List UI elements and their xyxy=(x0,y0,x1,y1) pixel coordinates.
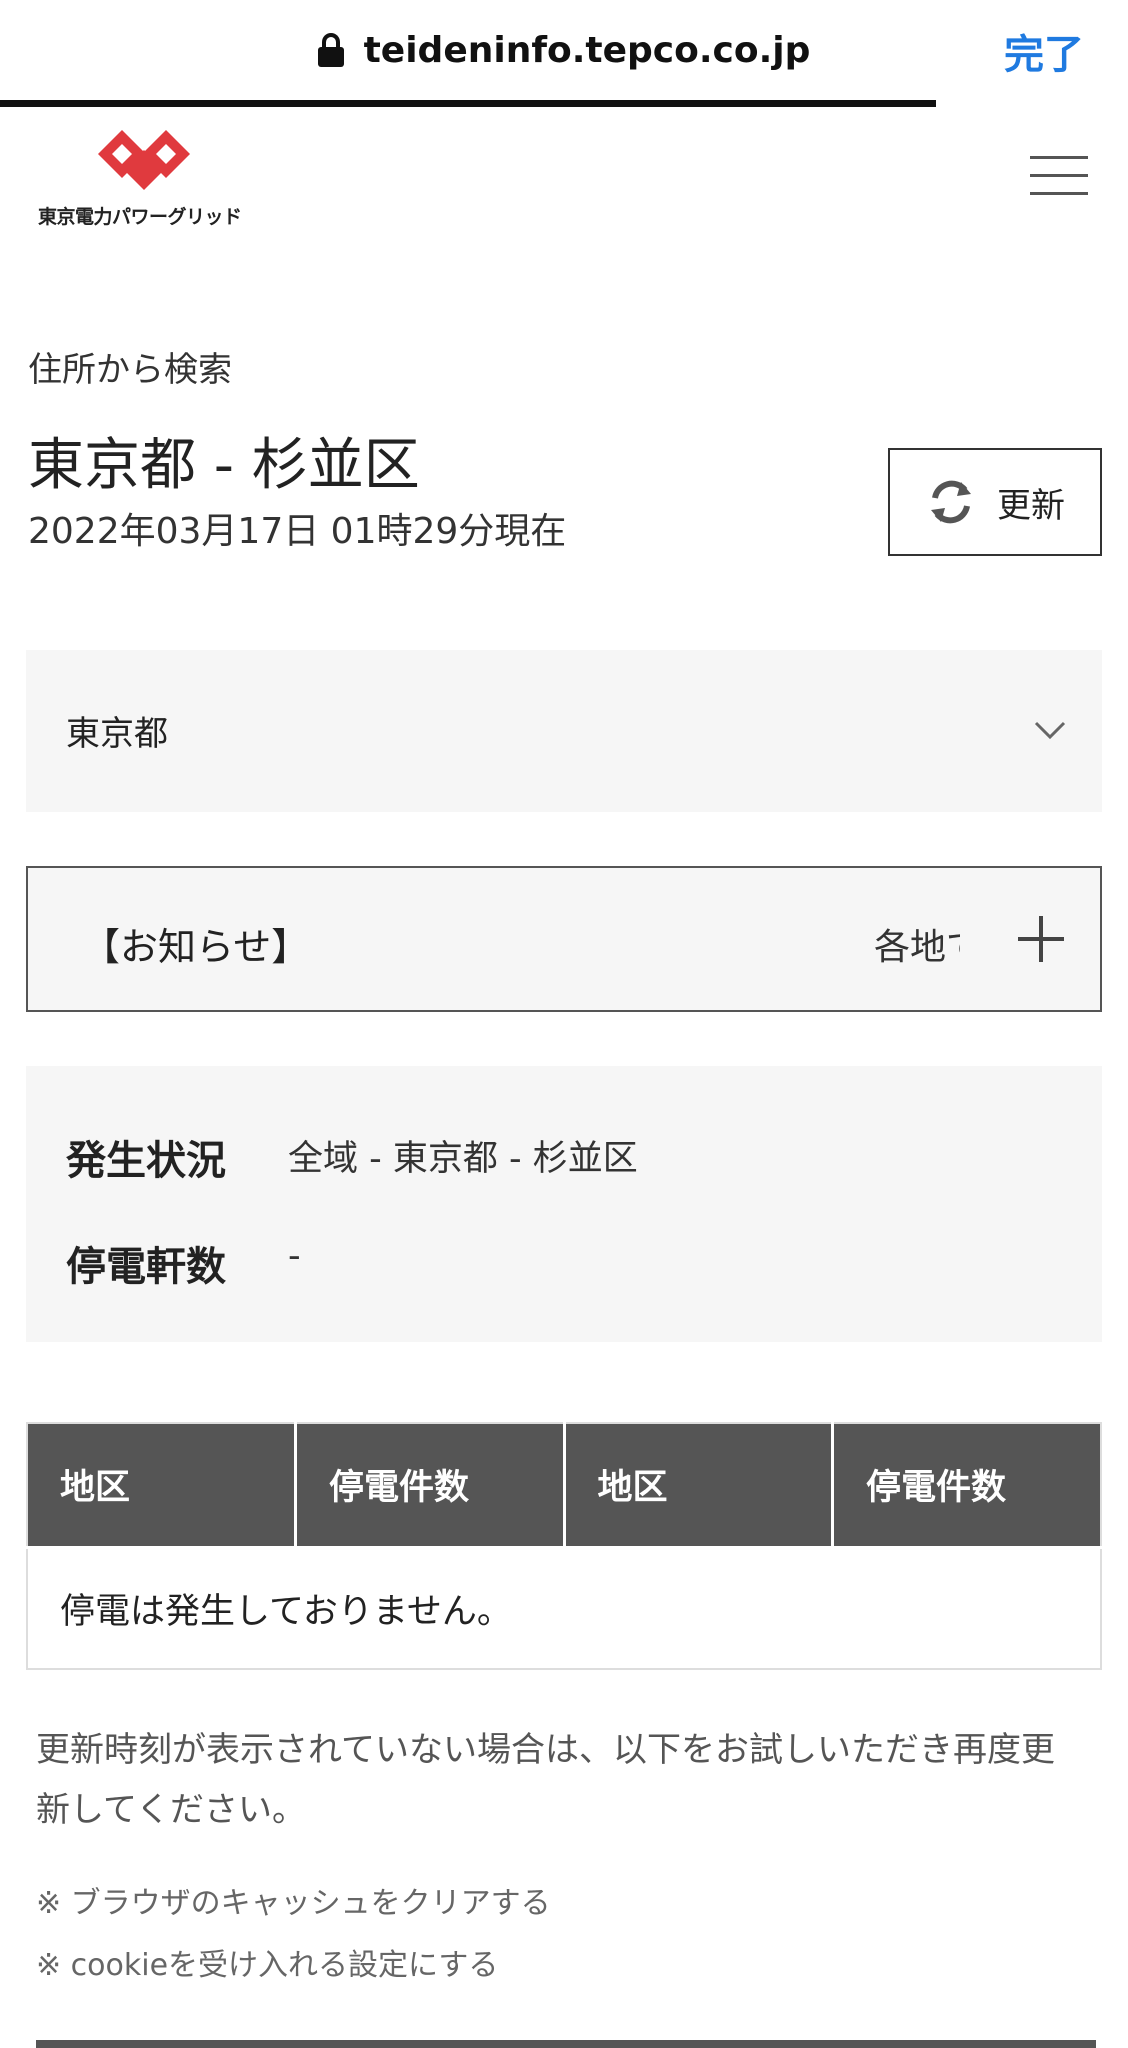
outage-status-panel: 発生状況 全域 - 東京都 - 杉並区 停電軒数 - xyxy=(26,1066,1102,1342)
page-title: 東京都 - 杉並区 xyxy=(28,433,420,498)
address-bar[interactable]: teideninfo.tepco.co.jp xyxy=(0,20,1128,80)
column-header-district: 地区 xyxy=(562,1422,834,1549)
updated-timestamp: 2022年03月17日 01時29分現在 xyxy=(28,511,567,552)
table-row: 停電は発生しておりません。 xyxy=(26,1546,1102,1670)
prefecture-select-value: 東京都 xyxy=(66,714,168,754)
outage-table: 地区 停電件数 地区 停電件数 停電は発生しておりません。 xyxy=(26,1422,1102,1670)
empty-message: 停電は発生しておりません。 xyxy=(26,1546,1102,1670)
refresh-label: 更新 xyxy=(997,485,1065,526)
outage-count-label: 停電軒数 xyxy=(66,1244,226,1290)
refresh-button[interactable]: 更新 xyxy=(888,448,1102,556)
occurrence-value: 全域 - 東京都 - 杉並区 xyxy=(288,1139,638,1179)
table-header-row: 地区 停電件数 地区 停電件数 xyxy=(26,1422,1102,1549)
plus-icon[interactable] xyxy=(1018,916,1064,962)
chevron-down-icon xyxy=(1034,721,1066,740)
footer-divider xyxy=(36,2040,1096,2048)
notice-preview: 各地で xyxy=(874,927,960,968)
hamburger-menu-icon[interactable] xyxy=(1030,156,1088,196)
url-display[interactable]: teideninfo.tepco.co.jp xyxy=(317,20,811,80)
outage-count-value: - xyxy=(288,1236,301,1276)
tip-clear-cache: ※ ブラウザのキャッシュをクリアする xyxy=(36,1886,551,1921)
tip-accept-cookies: ※ cookieを受け入れる設定にする xyxy=(36,1948,499,1983)
logo-text: 東京電力パワーグリッド xyxy=(38,206,242,228)
notice-heading: 【お知らせ】 xyxy=(82,925,310,969)
column-header-outage-count: 停電件数 xyxy=(831,1422,1102,1549)
browser-toolbar: teideninfo.tepco.co.jp 完了 xyxy=(0,0,1128,100)
occurrence-label: 発生状況 xyxy=(66,1138,226,1184)
lock-icon xyxy=(317,33,344,67)
column-header-district: 地区 xyxy=(26,1422,297,1549)
prefecture-select[interactable]: 東京都 xyxy=(26,650,1102,812)
tepco-logo[interactable]: 東京電力パワーグリッド xyxy=(38,126,248,228)
refresh-icon xyxy=(931,480,971,524)
help-note: 更新時刻が表示されていない場合は、以下をお試しいただき再度更新してください。 xyxy=(36,1730,1055,1830)
page-load-progress xyxy=(0,100,936,107)
search-mode-label: 住所から検索 xyxy=(28,350,232,390)
tepco-logo-mark-icon xyxy=(98,130,190,190)
notice-accordion[interactable]: 【お知らせ】 各地で xyxy=(26,866,1102,1012)
column-header-outage-count: 停電件数 xyxy=(294,1422,566,1549)
url-text: teideninfo.tepco.co.jp xyxy=(363,29,811,71)
done-button[interactable]: 完了 xyxy=(1004,22,1084,80)
